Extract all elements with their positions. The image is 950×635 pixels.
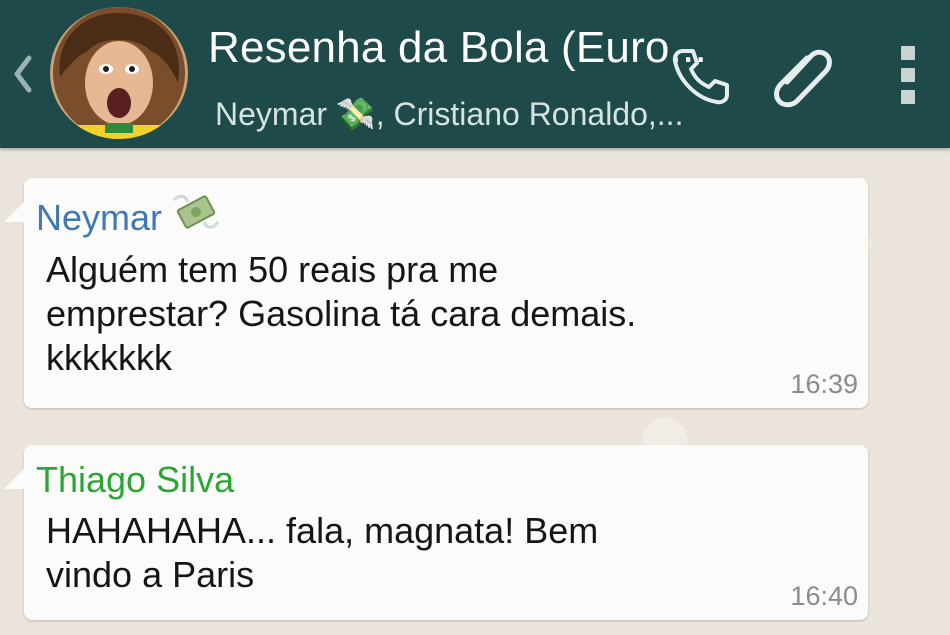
attach-button[interactable] bbox=[762, 36, 844, 112]
avatar-face-icon bbox=[53, 7, 185, 139]
message-bubble[interactable]: Thiago Silva HAHAHAHA... fala, magnata! … bbox=[4, 445, 868, 620]
message-line: Alguém tem 50 reais pra me bbox=[46, 249, 499, 290]
message-text: Alguém tem 50 reais pra me emprestar? Ga… bbox=[46, 248, 786, 380]
message-sender[interactable]: Thiago Silva bbox=[36, 457, 234, 503]
sender-name: Thiago Silva bbox=[36, 459, 235, 500]
chat-header: Resenha da Bola (Euro... Neymar 💸, Crist… bbox=[0, 0, 950, 148]
money-with-wings-icon bbox=[172, 190, 220, 245]
paperclip-icon bbox=[774, 49, 832, 108]
more-options-button[interactable] bbox=[880, 40, 936, 110]
message-bubble[interactable]: Neymar Alguém tem 50 reais pra me empres… bbox=[4, 178, 868, 408]
message-line: emprestar? Gasolina tá cara demais. bbox=[46, 293, 637, 334]
more-vert-icon bbox=[901, 42, 915, 108]
message-sender[interactable]: Neymar bbox=[36, 190, 220, 245]
sender-name: Neymar bbox=[36, 196, 163, 238]
call-button[interactable] bbox=[662, 38, 738, 114]
message-text: HAHAHAHA... fala, magnata! Bem vindo a P… bbox=[46, 509, 786, 597]
back-button[interactable] bbox=[8, 46, 38, 102]
chevron-left-icon bbox=[14, 55, 32, 93]
phone-icon bbox=[672, 49, 729, 105]
message-line: vindo a Paris bbox=[46, 554, 255, 595]
message-line: HAHAHAHA... fala, magnata! Bem bbox=[46, 510, 599, 551]
message-time: 16:39 bbox=[790, 369, 858, 399]
group-avatar[interactable] bbox=[50, 7, 188, 139]
message-time: 16:40 bbox=[790, 581, 858, 611]
message-line: kkkkkkk bbox=[46, 337, 172, 378]
